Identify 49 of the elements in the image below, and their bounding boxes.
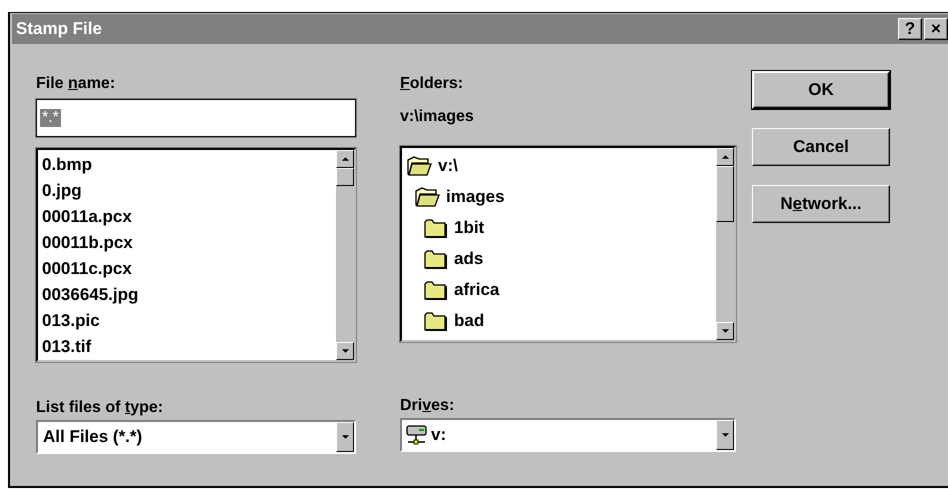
dropdown-button[interactable] [716,420,734,450]
drives-dropdown[interactable]: v: [400,418,736,452]
file-item[interactable]: 00011c.pcx [42,256,336,282]
folder-item[interactable]: bad [454,310,484,330]
scrollbar[interactable] [716,148,734,340]
open-folder-icon [414,186,440,208]
file-item[interactable]: 0036645.jpg [42,282,336,308]
file-item[interactable]: 0.bmp [42,152,336,178]
folder-item[interactable]: ads [454,248,484,268]
open-folder-icon [406,154,432,176]
down-arrow-icon [340,348,350,354]
dialog-button[interactable]: OK [752,71,890,109]
network-drive-icon [405,424,429,446]
file-item[interactable]: 013.pic [42,308,336,334]
scroll-thumb[interactable] [336,168,354,186]
up-arrow-icon [340,156,350,162]
file-type-dropdown[interactable]: All Files (*.*) [36,420,356,454]
file-name-label: File name: [36,74,116,94]
folder-icon [422,248,448,270]
scrollbar[interactable] [336,150,354,360]
dialog-button[interactable]: Cancel [752,128,890,166]
folder-item[interactable]: africa [454,280,500,300]
close-button[interactable]: × [924,18,948,40]
file-item[interactable]: 0.jpg [42,178,336,204]
file-list[interactable]: 0.bmp 0.jpg 00011a.pcx 00011b.pcx 00011c.pcx 0036645.jpg 013.pic 013.tif [36,148,356,362]
folder-item[interactable]: images [446,186,505,206]
folders-label: Folders: [400,74,464,94]
down-arrow-icon [720,432,730,438]
help-button[interactable]: ? [898,18,922,40]
scroll-thumb[interactable] [716,166,734,222]
drives-label: Drives: [400,396,454,416]
down-arrow-icon [340,434,350,440]
folder-list[interactable]: v:\ images 1bit ads africa bad [400,146,736,342]
folder-icon [422,216,448,238]
file-name-field[interactable]: *.* [36,99,356,137]
folder-item[interactable]: 1bit [454,218,484,238]
folder-icon [422,278,448,300]
up-arrow-icon [720,154,730,160]
file-type-label: List files of type: [36,398,164,418]
window-title: Stamp File [15,19,102,39]
dialog-button[interactable]: Network... [752,185,890,223]
dropdown-button[interactable] [336,422,354,452]
file-item[interactable]: 013.tif [42,334,336,360]
file-item[interactable]: 00011a.pcx [42,204,336,230]
folder-icon [422,310,448,332]
current-path: v:\images [400,107,474,127]
file-item[interactable]: 00011b.pcx [42,230,336,256]
folder-item[interactable]: v:\ [438,156,458,176]
down-arrow-icon [720,328,730,334]
